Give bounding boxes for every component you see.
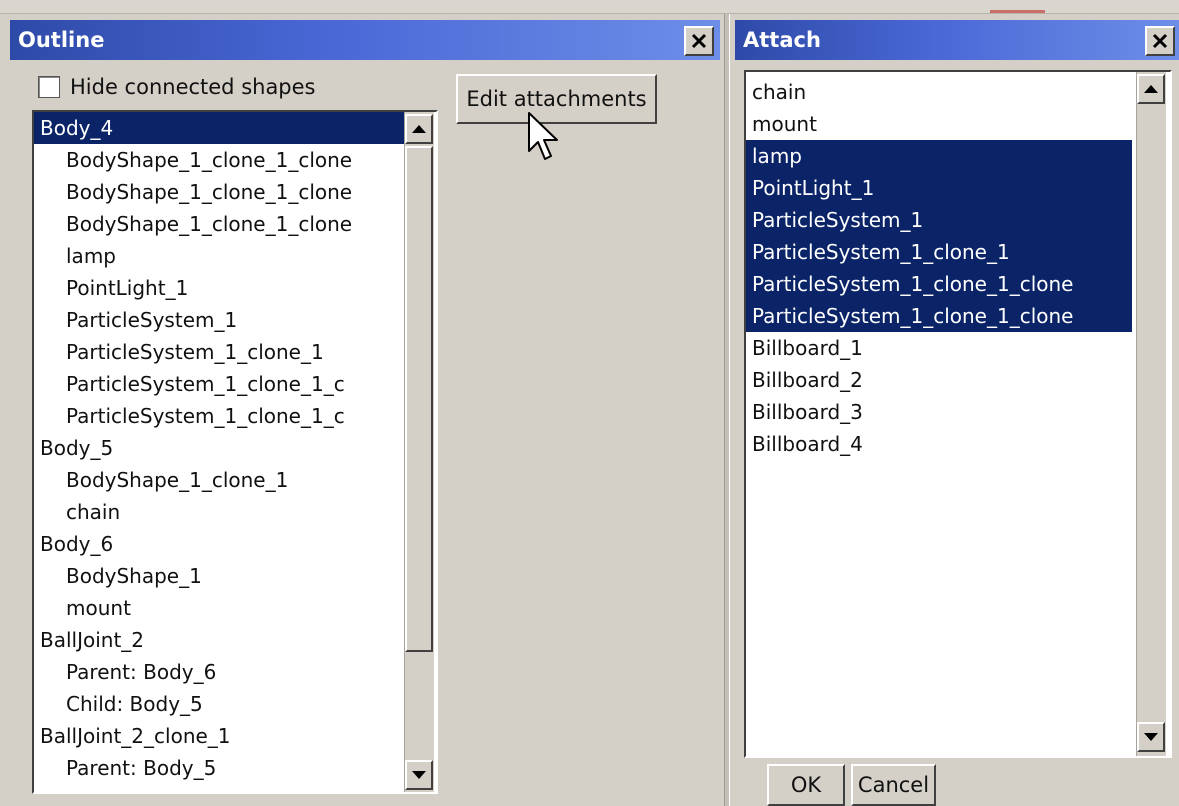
outline-tree-item[interactable]: ParticleSystem_1_clone_1_c — [34, 368, 404, 400]
outline-tree-item[interactable]: mount — [34, 592, 404, 624]
panel-splitter[interactable] — [724, 14, 730, 806]
cancel-button[interactable]: Cancel — [851, 764, 936, 806]
outline-tree-item[interactable]: ParticleSystem_1_clone_1 — [34, 336, 404, 368]
outline-tree-item[interactable]: lamp — [34, 240, 404, 272]
outline-tree-item[interactable]: Parent: Body_6 — [34, 656, 404, 688]
attach-list-item[interactable]: chain — [746, 76, 1132, 108]
attach-list[interactable]: chain mount lamp PointLight_1 ParticleSystem… — [744, 70, 1172, 758]
outline-tree-item[interactable]: ParticleSystem_1 — [34, 304, 404, 336]
attach-list-item-selected[interactable]: lamp — [746, 140, 1132, 172]
attach-list-item-selected[interactable]: ParticleSystem_1_clone_1_clone — [746, 300, 1132, 332]
outline-scroll-up-button[interactable] — [405, 114, 433, 144]
top-strip-accent — [990, 10, 1045, 13]
outline-scrollbar[interactable] — [404, 112, 434, 792]
outline-tree-rows: Body_4 BodyShape_1_clone_1_clone BodyShape… — [34, 112, 404, 784]
outline-tree-item[interactable]: BallJoint_2 — [34, 624, 404, 656]
close-icon — [691, 33, 707, 49]
attach-titlebar[interactable]: Attach — [735, 20, 1179, 60]
attach-list-item[interactable]: Billboard_4 — [746, 428, 1132, 460]
ok-button[interactable]: OK — [767, 764, 845, 806]
outline-tree-item[interactable]: chain — [34, 496, 404, 528]
outline-title: Outline — [18, 28, 105, 52]
outline-tree-item[interactable]: BodyShape_1_clone_1_clone — [34, 208, 404, 240]
outline-tree-item[interactable]: PointLight_1 — [34, 272, 404, 304]
outline-tree-item[interactable]: BodyShape_1_clone_1 — [34, 464, 404, 496]
outline-tree-item[interactable]: BodyShape_1_clone_1_clone — [34, 176, 404, 208]
attach-list-item[interactable]: mount — [746, 108, 1132, 140]
attach-scrollbar[interactable] — [1136, 72, 1166, 756]
outline-titlebar[interactable]: Outline — [10, 20, 720, 60]
scroll-up-icon — [1144, 85, 1158, 93]
outline-tree[interactable]: Body_4 BodyShape_1_clone_1_clone BodyShape… — [32, 110, 438, 794]
outline-scroll-down-button[interactable] — [405, 760, 433, 790]
attach-list-item[interactable]: Billboard_2 — [746, 364, 1132, 396]
outline-tree-item[interactable]: ParticleSystem_1_clone_1_c — [34, 400, 404, 432]
outline-tree-item-selected[interactable]: Body_4 — [34, 112, 404, 144]
attach-list-item[interactable]: Billboard_3 — [746, 396, 1132, 428]
attach-scroll-up-button[interactable] — [1137, 74, 1165, 104]
hide-connected-label: Hide connected shapes — [70, 75, 316, 99]
outline-tree-item[interactable]: BodyShape_1_clone_1_clone — [34, 144, 404, 176]
outline-tree-item[interactable]: BodyShape_1 — [34, 560, 404, 592]
top-strip — [0, 0, 1179, 14]
close-icon — [1152, 33, 1168, 49]
hide-connected-checkbox[interactable] — [38, 76, 60, 98]
attach-title: Attach — [743, 28, 821, 52]
outline-tree-item[interactable]: Body_6 — [34, 528, 404, 560]
scroll-up-icon — [412, 125, 426, 133]
attach-scroll-down-button[interactable] — [1137, 722, 1165, 752]
outline-close-button[interactable] — [684, 26, 714, 56]
outline-tree-item[interactable]: BallJoint_2_clone_1 — [34, 720, 404, 752]
outline-tree-item[interactable]: Child: Body_5 — [34, 688, 404, 720]
attach-list-item-selected[interactable]: PointLight_1 — [746, 172, 1132, 204]
scroll-down-icon — [412, 771, 426, 779]
attach-list-item-selected[interactable]: ParticleSystem_1_clone_1 — [746, 236, 1132, 268]
outline-tree-item[interactable]: Body_5 — [34, 432, 404, 464]
attach-list-rows: chain mount lamp PointLight_1 ParticleSystem… — [746, 76, 1132, 460]
outline-tree-item[interactable]: Parent: Body_5 — [34, 752, 404, 784]
attach-close-button[interactable] — [1145, 26, 1175, 56]
mouse-cursor-icon — [528, 112, 558, 160]
attach-list-item[interactable]: Billboard_1 — [746, 332, 1132, 364]
outline-scroll-thumb[interactable] — [405, 146, 433, 652]
hide-connected-row[interactable]: Hide connected shapes — [38, 73, 316, 101]
attach-list-item-selected[interactable]: ParticleSystem_1 — [746, 204, 1132, 236]
scroll-down-icon — [1144, 733, 1158, 741]
attach-list-item-selected[interactable]: ParticleSystem_1_clone_1_clone — [746, 268, 1132, 300]
